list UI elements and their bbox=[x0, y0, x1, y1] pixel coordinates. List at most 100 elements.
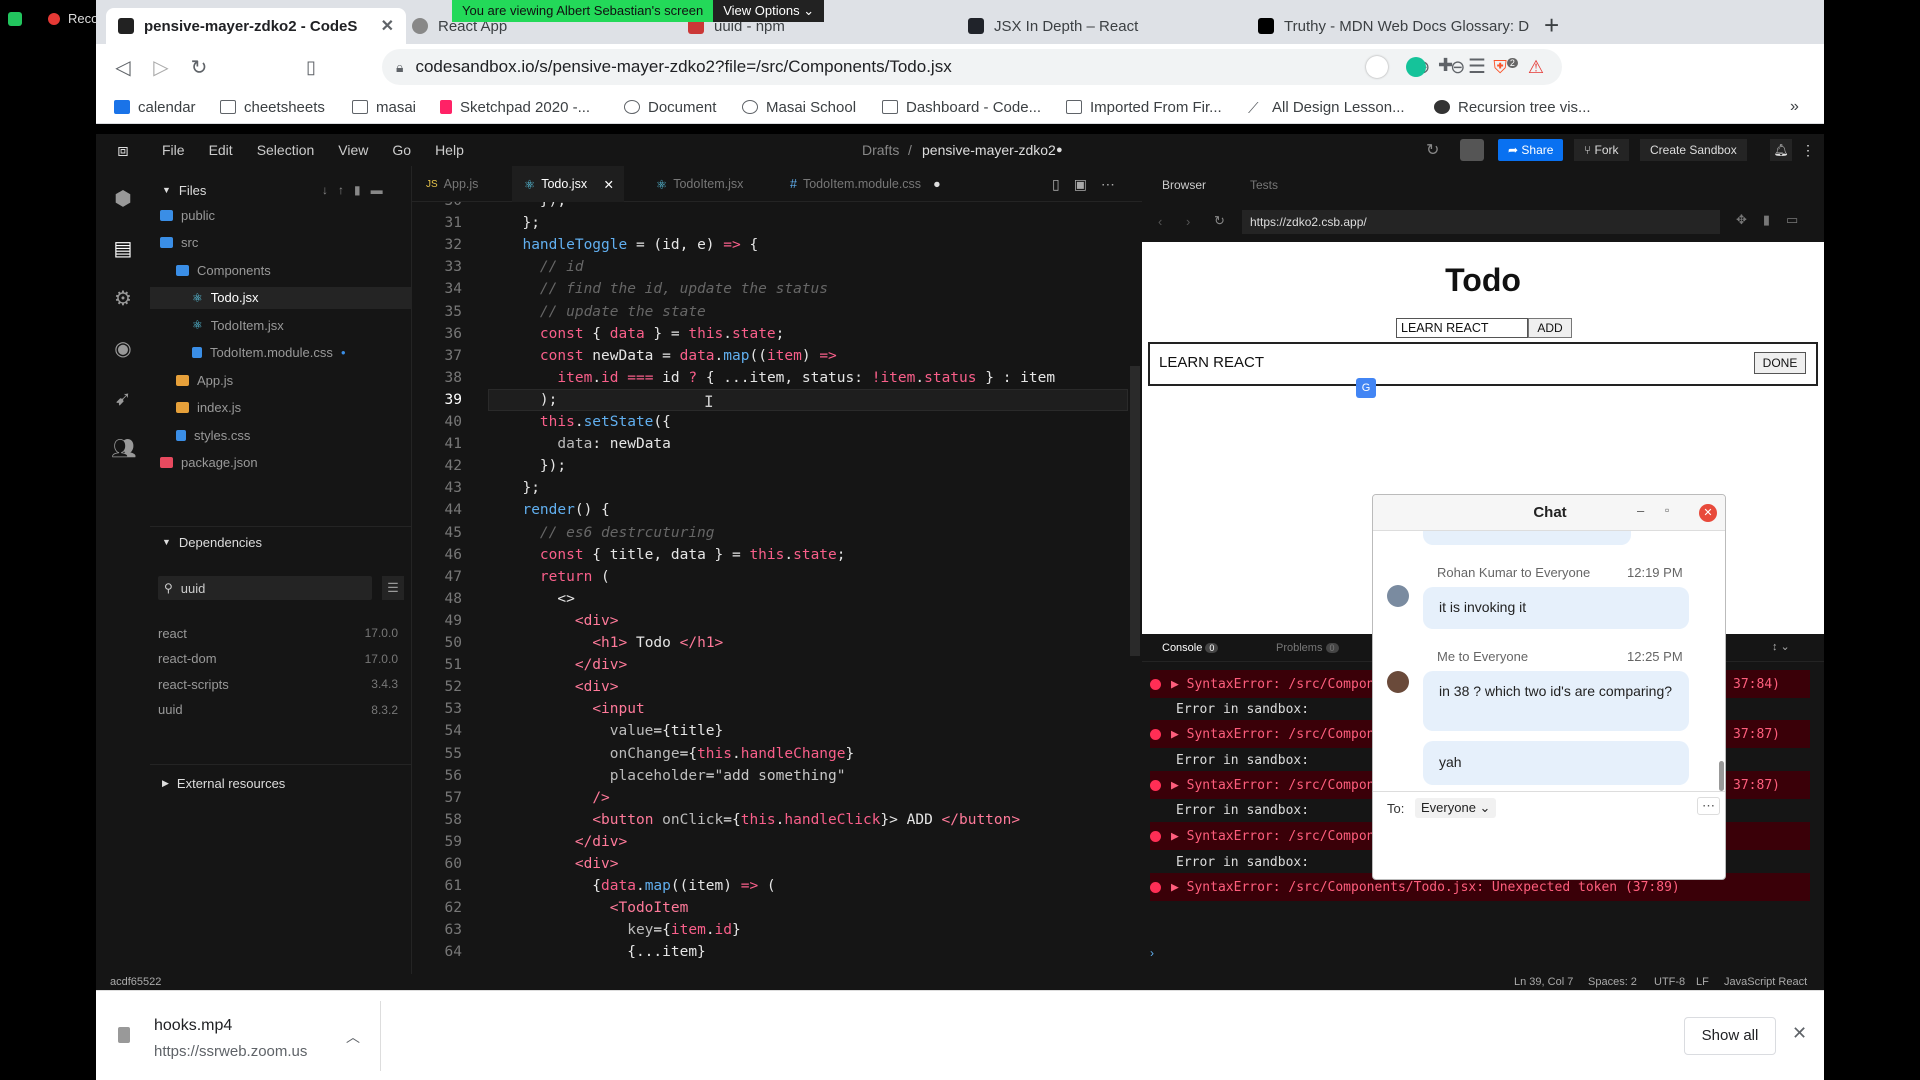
record-extension-icon[interactable] bbox=[1366, 56, 1388, 78]
sandbox-name[interactable]: pensive-mayer-zdko2 bbox=[922, 142, 1056, 158]
indentation[interactable]: Spaces: 2 bbox=[1588, 976, 1637, 988]
extensions-icon[interactable]: ✚ bbox=[1438, 55, 1453, 76]
create-sandbox-button[interactable]: Create Sandbox bbox=[1640, 139, 1747, 161]
file-tree-item[interactable]: index.js bbox=[176, 397, 241, 419]
code-line[interactable]: value={title} bbox=[505, 720, 724, 742]
files-header[interactable]: ▼ Files bbox=[162, 179, 206, 201]
close-icon[interactable]: ✕ bbox=[604, 177, 614, 192]
avatar[interactable] bbox=[1460, 139, 1484, 161]
tab-browser[interactable]: Browser bbox=[1162, 178, 1206, 192]
line-ending[interactable]: LF bbox=[1696, 976, 1709, 988]
editor-tab-todo-jsx[interactable]: ⚛ Todo.jsx ✕ bbox=[512, 166, 624, 202]
language-mode[interactable]: JavaScript React bbox=[1724, 976, 1807, 988]
code-line[interactable]: <TodoItem bbox=[505, 897, 689, 919]
live-icon[interactable]: 👥︎ bbox=[111, 436, 136, 460]
bookmark-design-lessons[interactable]: ⟋ All Design Lesson... bbox=[1248, 96, 1405, 118]
code-line[interactable]: }; bbox=[505, 212, 539, 234]
file-tree-item[interactable]: Components bbox=[176, 259, 271, 281]
code-line[interactable]: data: newData bbox=[505, 433, 671, 455]
tab-console[interactable]: Console 0 bbox=[1162, 642, 1219, 654]
code-line[interactable]: item.id === id ? { ...item, status: !ite… bbox=[505, 367, 1055, 389]
code-line[interactable]: {data.map((item) => ( bbox=[505, 875, 775, 897]
bookmark-recursion-tree[interactable]: Recursion tree vis... bbox=[1434, 96, 1591, 118]
menu-help[interactable]: Help bbox=[435, 142, 464, 158]
code-line[interactable]: </div> bbox=[505, 831, 627, 853]
code-line[interactable]: const { data } = this.state; bbox=[505, 323, 784, 345]
code-area[interactable]: 30 }); 31 }; 32 handleToggle = (id, e) => … bbox=[412, 202, 1142, 974]
code-line[interactable]: // find the id, update the status bbox=[505, 278, 828, 300]
translate-icon[interactable]: G bbox=[1356, 378, 1376, 398]
code-line[interactable]: <div> bbox=[505, 853, 619, 875]
file-tree-item[interactable]: package.json bbox=[160, 452, 258, 474]
refresh-icon[interactable]: ↻ bbox=[1214, 213, 1225, 229]
refresh-icon[interactable]: ↻ bbox=[1426, 140, 1439, 160]
brave-rewards-icon[interactable]: ⚠ bbox=[1528, 57, 1544, 78]
file-tree-item[interactable]: styles.css bbox=[176, 424, 250, 446]
code-line[interactable]: // es6 destrcuturing bbox=[505, 522, 715, 544]
chat-scrollbar[interactable] bbox=[1719, 761, 1724, 791]
code-line[interactable]: <button onClick={this.handleClick}> ADD … bbox=[505, 809, 1020, 831]
file-tree-item[interactable]: ⚛ Todo.jsx bbox=[150, 286, 412, 309]
preview-url-input[interactable]: https://zdko2.csb.app/ bbox=[1242, 210, 1720, 234]
cursor-position[interactable]: Ln 39, Col 7 bbox=[1514, 976, 1573, 988]
dependency-item[interactable]: react 17.0.0 bbox=[158, 622, 398, 644]
bookmark-cheetsheets[interactable]: cheetsheets bbox=[220, 96, 325, 118]
view-options-button[interactable]: View Options ⌄ bbox=[713, 0, 825, 22]
bookmark-masai[interactable]: masai bbox=[352, 96, 416, 118]
breadcrumb-drafts[interactable]: Drafts bbox=[862, 142, 899, 158]
brave-shield-icon[interactable]: ⛨ 2 bbox=[1493, 57, 1518, 78]
code-line[interactable]: <input bbox=[505, 698, 644, 720]
recipient-select[interactable]: Everyone ⌄ bbox=[1415, 798, 1497, 818]
new-tab-icon[interactable]: + bbox=[1544, 10, 1559, 41]
chat-message-input[interactable] bbox=[1383, 823, 1717, 873]
code-line[interactable]: }); bbox=[505, 202, 566, 212]
code-line[interactable]: <> bbox=[505, 588, 574, 610]
grammarly-icon[interactable] bbox=[1406, 57, 1426, 77]
editor-tab-todoitem-css[interactable]: # TodoItem.module.css ● bbox=[790, 166, 941, 202]
more-icon[interactable]: ⋯ bbox=[1697, 797, 1720, 815]
forward-icon[interactable]: › bbox=[1186, 214, 1190, 229]
bookmark-sketchpad[interactable]: Sketchpad 2020 -... bbox=[440, 96, 590, 118]
maximize-icon[interactable]: ▫ bbox=[1665, 503, 1669, 517]
tab-problems[interactable]: Problems 0 bbox=[1276, 642, 1339, 654]
bookmark-calendar[interactable]: calendar bbox=[114, 96, 196, 118]
menu-selection[interactable]: Selection bbox=[257, 142, 315, 158]
more-icon[interactable]: ⋮ bbox=[1798, 139, 1818, 161]
file-actions[interactable]: ↓↑▮▬ bbox=[322, 179, 393, 201]
code-line[interactable]: <div> bbox=[505, 676, 619, 698]
dependency-item[interactable]: uuid 8.3.2 bbox=[158, 699, 398, 721]
bookmark-dashboard[interactable]: Dashboard - Code... bbox=[882, 96, 1041, 118]
file-tree-item[interactable]: src bbox=[160, 232, 198, 254]
tab-tests[interactable]: Tests bbox=[1250, 178, 1278, 192]
settings-icon[interactable]: ⚙ bbox=[111, 286, 135, 310]
show-all-button[interactable]: Show all bbox=[1684, 1017, 1776, 1055]
code-line[interactable]: <div> bbox=[505, 610, 619, 632]
external-resources-header[interactable]: ▶ External resources bbox=[162, 772, 285, 794]
file-tree-item[interactable]: App.js bbox=[176, 369, 233, 391]
fork-button[interactable]: ⑂ Fork bbox=[1574, 139, 1629, 161]
code-line[interactable]: // id bbox=[505, 256, 584, 278]
menu-edit[interactable]: Edit bbox=[209, 142, 233, 158]
dependencies-header[interactable]: ▼ Dependencies bbox=[162, 531, 262, 553]
tab-jsx-in-depth[interactable]: JSX In Depth – React bbox=[956, 8, 1236, 44]
code-line[interactable]: }); bbox=[505, 455, 566, 477]
code-line[interactable]: </div> bbox=[505, 654, 627, 676]
code-line[interactable]: return ( bbox=[505, 566, 610, 588]
tab-codesandbox[interactable]: pensive-mayer-zdko2 - CodeS ✕ bbox=[106, 8, 406, 44]
codesandbox-logo-icon[interactable]: ⧈ bbox=[96, 140, 150, 161]
close-icon[interactable]: ✕ bbox=[373, 16, 394, 36]
minimize-icon[interactable]: – bbox=[1637, 503, 1644, 518]
add-button[interactable]: ADD bbox=[1528, 318, 1572, 338]
dependency-search-input[interactable]: ⚲ uuid bbox=[158, 576, 372, 600]
sandbox-info-icon[interactable]: ⬢ bbox=[111, 186, 135, 210]
editor-tab-app-js[interactable]: JS App.js bbox=[426, 166, 478, 202]
file-tree-item[interactable]: public bbox=[160, 204, 215, 226]
more-bookmarks-icon[interactable]: » bbox=[1790, 96, 1799, 118]
encoding[interactable]: UTF-8 bbox=[1654, 976, 1685, 988]
forward-icon[interactable]: ▷ bbox=[148, 54, 174, 80]
menu-view[interactable]: View bbox=[338, 142, 368, 158]
done-button[interactable]: DONE bbox=[1754, 352, 1806, 374]
list-icon[interactable]: ☰ bbox=[382, 576, 404, 600]
notifications-icon[interactable]: 🔔︎ bbox=[1770, 139, 1792, 161]
preview-actions[interactable]: ✥▮▭ bbox=[1736, 212, 1814, 228]
